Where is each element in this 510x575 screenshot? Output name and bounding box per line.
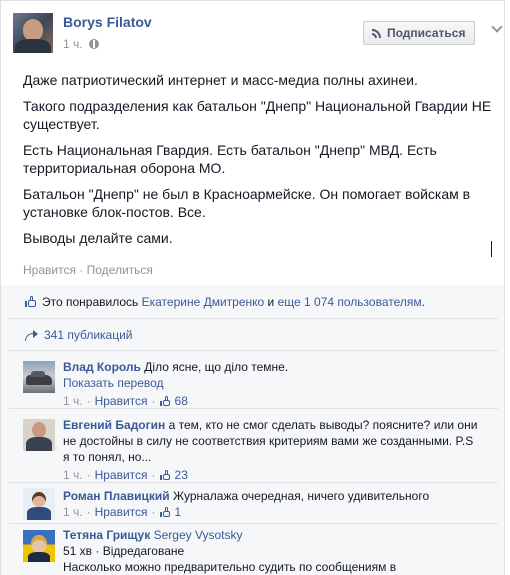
post-card: Borys Filatov 1 ч. Подписаться Даже патр… — [0, 0, 505, 575]
comment-item: Тетяна Грищук Sergey Vysotsky 51 хв · Ві… — [9, 525, 498, 575]
comment-body: Тетяна Грищук Sergey Vysotsky 51 хв · Ві… — [63, 527, 480, 575]
share-arrow-icon — [25, 330, 38, 341]
like-link[interactable]: Нравится — [23, 263, 76, 277]
comment-like-link[interactable]: Нравится — [95, 393, 148, 409]
car-icon[interactable] — [23, 361, 55, 393]
edited-label[interactable]: Відредаговане — [103, 544, 184, 558]
comment-item: Роман Плавицкий Журналажа очередная, нич… — [9, 484, 498, 524]
comment-body: Влад Король Діло ясне, що діло темне. По… — [63, 359, 480, 409]
globe-icon — [88, 39, 99, 49]
likes-suffix: . — [421, 294, 425, 309]
person-suit-icon[interactable] — [23, 419, 55, 451]
comment-item: Евгений Бадогин а тем, кто не смог сдела… — [9, 410, 498, 483]
comment-meta: 1 ч. · Нравится · 68 — [63, 393, 188, 409]
comment-like-count[interactable]: 1 — [175, 504, 182, 520]
shares-summary[interactable]: 341 публикаций — [9, 320, 498, 351]
likes-sentence: Это понравилось Екатерине Дмитренко и ещ… — [42, 295, 425, 309]
rss-icon — [372, 28, 382, 38]
post-paragraph: Есть Национальная Гвардия. Есть батальон… — [23, 142, 437, 176]
ufi-panel: Это понравилось Екатерине Дмитренко и ещ… — [1, 285, 504, 575]
post-timestamp-link[interactable]: 1 ч. — [63, 37, 83, 51]
comment-text: Насколько можно предварительно судить по… — [63, 560, 397, 574]
comment-time[interactable]: 1 ч. — [63, 467, 83, 483]
person-kid-icon[interactable] — [23, 488, 55, 520]
comment-author-link[interactable]: Влад Король — [63, 360, 141, 374]
likes-summary: Это понравилось Екатерине Дмитренко и ещ… — [9, 285, 498, 319]
post-paragraph: Выводы делайте сами. — [23, 230, 173, 246]
share-link[interactable]: Поделиться — [87, 263, 153, 277]
avatar-body-shape — [15, 39, 51, 53]
post-meta: 1 ч. — [63, 37, 99, 51]
post-header: Borys Filatov 1 ч. Подписаться — [13, 13, 503, 57]
subscribe-label: Подписаться — [387, 26, 466, 40]
comment-author-link[interactable]: Роман Плавицкий — [63, 489, 170, 503]
post-actions: Нравится · Поделиться — [23, 263, 153, 277]
comment-time[interactable]: 1 ч. — [63, 393, 83, 409]
comment-author-link[interactable]: Тетяна Грищук — [63, 528, 150, 542]
post-paragraph: Даже патриотический интернет и масс-меди… — [23, 72, 418, 88]
likes-person-link[interactable]: Екатерине Дмитренко — [142, 295, 265, 309]
comment-meta: 1 ч. · Нравится · 1 — [63, 504, 182, 520]
author-name-link[interactable]: Borys Filatov — [63, 14, 152, 30]
thumbs-up-icon — [159, 469, 171, 481]
comment-like-link[interactable]: Нравится — [95, 504, 148, 520]
comment-author-link[interactable]: Евгений Бадогин — [63, 418, 165, 432]
likes-more-link[interactable]: еще 1 074 пользователям — [278, 295, 422, 309]
show-translation-link[interactable]: Показать перевод — [63, 376, 164, 390]
thumbs-up-icon — [159, 395, 171, 407]
text-cursor — [491, 241, 492, 257]
post-paragraph: Батальон "Днепр" не был в Красноармейске… — [23, 186, 471, 220]
comment-time[interactable]: 51 хв — [63, 544, 92, 558]
comment-body: Евгений Бадогин а тем, кто не смог сдела… — [63, 417, 480, 483]
comment-item: Влад Король Діло ясне, що діло темне. По… — [9, 352, 498, 409]
avatar-head-shape — [23, 19, 43, 41]
comment-body: Роман Плавицкий Журналажа очередная, нич… — [63, 488, 480, 520]
author-avatar[interactable] — [13, 13, 53, 53]
comment-text: Діло ясне, що діло темне. — [144, 360, 289, 374]
post-text: Даже патриотический интернет и масс-меди… — [23, 71, 493, 255]
comment-like-count[interactable]: 23 — [175, 467, 188, 483]
subscribe-button[interactable]: Подписаться — [363, 21, 476, 45]
comment-text: Журналажа очередная, ничего удивительног… — [173, 489, 430, 503]
comment-meta: 51 хв · Відредаговане — [63, 544, 185, 558]
likes-prefix: Это понравилось — [42, 294, 142, 309]
comment-like-count[interactable]: 68 — [175, 393, 188, 409]
comment-meta: 1 ч. · Нравится · 23 — [63, 467, 188, 483]
thumbs-up-icon — [159, 506, 171, 518]
post-paragraph: Такого подразделения как батальон "Днепр… — [23, 98, 492, 132]
chevron-down-icon[interactable] — [491, 21, 503, 33]
shares-count-link[interactable]: 341 публикаций — [44, 328, 133, 342]
tagged-user-link[interactable]: Sergey Vysotsky — [154, 528, 243, 542]
person-flag-icon[interactable] — [23, 530, 55, 562]
comment-like-link[interactable]: Нравится — [95, 467, 148, 483]
thumbs-up-icon — [25, 295, 37, 308]
comment-time[interactable]: 1 ч. — [63, 504, 83, 520]
separator: · — [75, 263, 87, 277]
likes-and: и — [264, 294, 278, 309]
